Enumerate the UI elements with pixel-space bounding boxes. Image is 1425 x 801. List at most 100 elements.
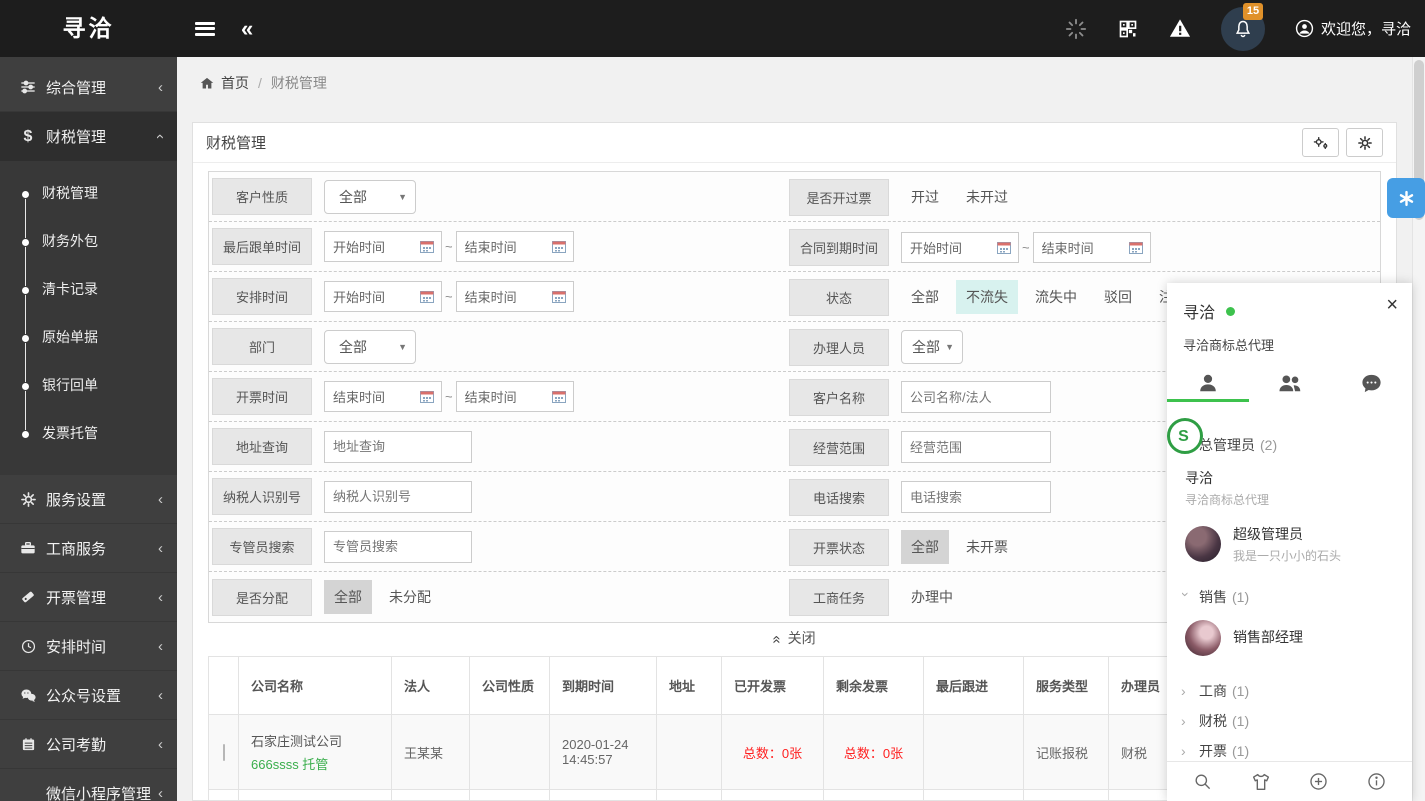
breadcrumb-home-link[interactable]: 首页 xyxy=(199,73,249,93)
caret-down-icon: ▼ xyxy=(945,342,954,352)
handler-select[interactable]: 全部 ▼ xyxy=(901,330,963,364)
arrange-start-date[interactable]: 开始时间 xyxy=(324,281,442,312)
department-select[interactable]: 全部 ▼ xyxy=(324,330,416,364)
sidebar-item-general[interactable]: 综合管理 ‹ xyxy=(0,63,177,112)
sidebar-item-finance-tax[interactable]: $ 财税管理 ‹ xyxy=(0,112,177,161)
business-scope-input[interactable] xyxy=(901,431,1051,463)
sidebar-item-miniprogram[interactable]: 微信小程序管理 ‹ xyxy=(0,769,177,801)
contact-super-admin[interactable]: 超级管理员 我是一只小小的石头 xyxy=(1167,516,1412,572)
sidebar-item-official-account[interactable]: 公众号设置 ‹ xyxy=(0,671,177,720)
contract-expire-start-date[interactable]: 开始时间 xyxy=(901,232,1019,263)
collapse-sidebar-icon[interactable]: « xyxy=(241,0,253,57)
option-status-all[interactable]: 全部 xyxy=(901,280,949,314)
chat-close-button[interactable]: × xyxy=(1386,295,1398,315)
add-icon[interactable] xyxy=(1309,772,1328,791)
supervisor-search-input[interactable] xyxy=(324,531,472,563)
user-menu[interactable]: 欢迎您，寻洽 xyxy=(1295,18,1411,39)
submenu-item-finance-outsource[interactable]: 财务外包 xyxy=(0,217,177,265)
submenu-item-card-clearing[interactable]: 清卡记录 xyxy=(0,265,177,313)
col-address: 地址 xyxy=(657,657,722,715)
cell-service-type: 记账报税 xyxy=(1024,715,1109,790)
group-business[interactable]: › 工商 (1) xyxy=(1167,676,1412,706)
last-follow-start-date[interactable]: 开始时间 xyxy=(324,231,442,262)
chevron-left-icon: ‹ xyxy=(158,785,163,801)
option-invoice-status-none[interactable]: 未开票 xyxy=(956,530,1018,564)
briefcase-icon xyxy=(18,540,38,556)
filter-label: 最后跟单时间 xyxy=(212,228,312,265)
sidebar-item-business-service[interactable]: 工商服务 ‹ xyxy=(0,524,177,573)
tab-messages[interactable] xyxy=(1330,364,1412,402)
breadcrumb: 首页 / 财税管理 xyxy=(177,57,1412,109)
sidebar-item-invoice-mgmt[interactable]: 开票管理 ‹ xyxy=(0,573,177,622)
shirt-icon[interactable] xyxy=(1251,773,1271,791)
contract-expire-end-date[interactable]: 结束时间 xyxy=(1033,232,1151,263)
chevron-left-icon: ‹ xyxy=(158,589,163,606)
col-legal-person: 法人 xyxy=(392,657,470,715)
address-input[interactable] xyxy=(324,431,472,463)
option-assigned-none[interactable]: 未分配 xyxy=(379,580,441,614)
group-admins[interactable]: › 总管理员 (2) xyxy=(1167,430,1412,460)
warning-icon[interactable] xyxy=(1169,18,1191,40)
hamburger-menu-icon[interactable] xyxy=(195,22,215,36)
invoice-time-start-date[interactable]: 结束时间 xyxy=(324,381,442,412)
option-invoice-status-all[interactable]: 全部 xyxy=(901,530,949,564)
people-icon xyxy=(1277,372,1303,394)
columns-settings-button[interactable] xyxy=(1302,128,1339,157)
page-scrollbar[interactable] xyxy=(1412,57,1425,801)
chevron-right-icon: › xyxy=(1181,743,1191,759)
search-icon[interactable] xyxy=(1193,772,1212,791)
row-checkbox[interactable] xyxy=(223,744,225,761)
group-sales[interactable]: › 销售 (1) xyxy=(1167,582,1412,612)
phone-search-input[interactable] xyxy=(901,481,1051,513)
sidebar-item-schedule[interactable]: 安排时间 ‹ xyxy=(0,622,177,671)
filter-label: 客户名称 xyxy=(789,379,889,416)
cell-invoiced: 总数：0张 xyxy=(722,715,824,790)
option-invoiced-no[interactable]: 未开过 xyxy=(956,180,1018,214)
welcome-text: 欢迎您，寻洽 xyxy=(1321,18,1411,39)
customer-name-input[interactable] xyxy=(901,381,1051,413)
arrange-end-date[interactable]: 结束时间 xyxy=(456,281,574,312)
submenu-item-finance-tax[interactable]: 财税管理 xyxy=(0,169,177,217)
last-follow-end-date[interactable]: 结束时间 xyxy=(456,231,574,262)
company-name[interactable]: 石家庄测试公司 xyxy=(251,731,379,750)
chevron-left-icon: ‹ xyxy=(158,491,163,508)
avatar: S xyxy=(1167,418,1203,454)
avatar xyxy=(1185,526,1221,562)
filter-label: 地址查询 xyxy=(212,428,312,465)
chat-float-button[interactable] xyxy=(1387,178,1425,218)
group-finance[interactable]: › 财税 (1) xyxy=(1167,706,1412,736)
panel-settings-button[interactable] xyxy=(1346,128,1383,157)
tilde-separator: ~ xyxy=(1022,240,1030,255)
option-assigned-all[interactable]: 全部 xyxy=(324,580,372,614)
chevron-right-icon: › xyxy=(1181,713,1191,729)
cell-address xyxy=(657,715,722,790)
filter-label: 经营范围 xyxy=(789,429,889,466)
contact-sales-manager[interactable]: 销售部经理 xyxy=(1167,612,1412,664)
notifications-button[interactable]: 15 xyxy=(1221,7,1265,51)
info-icon[interactable] xyxy=(1367,772,1386,791)
submenu-item-bank-receipt[interactable]: 银行回单 xyxy=(0,361,177,409)
calendar-mini-icon xyxy=(420,240,434,253)
tab-groups[interactable] xyxy=(1249,364,1331,402)
sidebar-item-service-settings[interactable]: 服务设置 ‹ xyxy=(0,475,177,524)
option-business-task-processing[interactable]: 办理中 xyxy=(901,580,963,614)
submenu-item-invoice-trust[interactable]: 发票托管 xyxy=(0,409,177,457)
submenu-item-original-docs[interactable]: 原始单据 xyxy=(0,313,177,361)
group-invoicing[interactable]: › 开票 (1) xyxy=(1167,736,1412,761)
sidebar-item-attendance[interactable]: 公司考勤 ‹ xyxy=(0,720,177,769)
spinner-icon[interactable] xyxy=(1065,18,1087,40)
invoice-time-end-date[interactable]: 结束时间 xyxy=(456,381,574,412)
option-status-losing[interactable]: 流失中 xyxy=(1025,280,1087,314)
contact-xunqia[interactable]: S 寻洽 寻洽商标总代理 xyxy=(1167,460,1412,516)
calendar-mini-icon xyxy=(552,390,566,403)
option-invoiced-yes[interactable]: 开过 xyxy=(901,180,949,214)
tab-contacts[interactable] xyxy=(1167,364,1249,402)
taxpayer-id-input[interactable] xyxy=(324,481,472,513)
chat-header: 寻洽 × xyxy=(1167,283,1412,323)
qr-code-icon[interactable] xyxy=(1117,18,1139,40)
calendar-mini-icon xyxy=(420,390,434,403)
option-status-rejected[interactable]: 驳回 xyxy=(1094,280,1142,314)
customer-nature-select[interactable]: 全部 ▼ xyxy=(324,180,416,214)
col-remaining: 剩余发票 xyxy=(824,657,924,715)
option-status-not-lost[interactable]: 不流失 xyxy=(956,280,1018,314)
